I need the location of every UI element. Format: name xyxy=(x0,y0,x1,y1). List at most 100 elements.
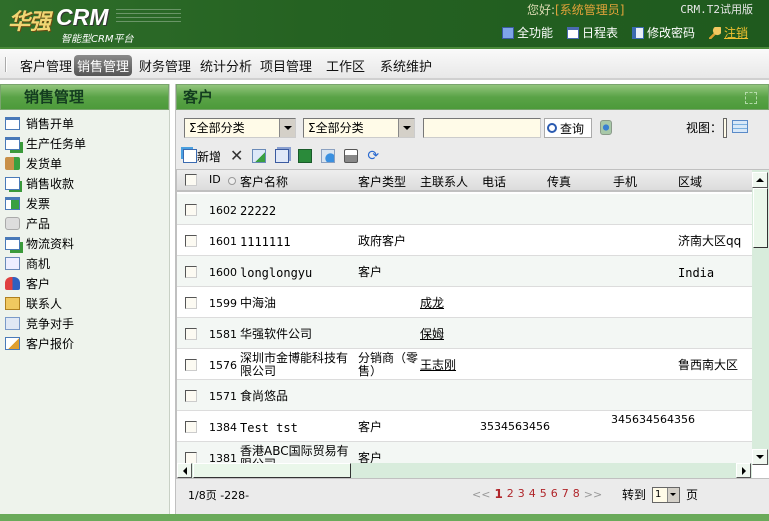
horizontal-scrollbar[interactable] xyxy=(177,463,752,478)
row-checkbox[interactable] xyxy=(185,421,197,433)
table-row[interactable]: 1384 Test tst 客户 3534563456 345634564356 xyxy=(177,411,752,442)
column-header-region[interactable]: 区域 xyxy=(678,173,702,190)
maximize-icon[interactable] xyxy=(745,92,757,104)
sidebar-item-contact[interactable]: 联系人 xyxy=(0,293,169,313)
page-link[interactable]: 8 xyxy=(573,487,580,501)
row-checkbox[interactable] xyxy=(185,328,197,340)
sidebar-item-invoice[interactable]: 发票 xyxy=(0,193,169,213)
row-checkbox[interactable] xyxy=(185,235,197,247)
web-button[interactable] xyxy=(321,149,336,163)
goto-page-select[interactable]: 1 xyxy=(652,486,681,503)
contact-link[interactable]: 王志刚 xyxy=(420,358,456,372)
copy-button[interactable] xyxy=(275,149,290,163)
row-checkbox[interactable] xyxy=(185,297,197,309)
export-button[interactable] xyxy=(252,149,267,163)
sidebar-item-logistics[interactable]: 物流资料 xyxy=(0,233,169,253)
row-checkbox[interactable] xyxy=(185,359,197,371)
table-row[interactable]: 1601 1111111 政府客户 济南大区qq xyxy=(177,225,752,256)
cell-contact[interactable]: 保姆 xyxy=(420,328,480,341)
calendar-link[interactable]: 日程表 xyxy=(567,24,618,41)
page-link[interactable]: 3 xyxy=(518,487,525,501)
sidebar-item-product[interactable]: 产品 xyxy=(0,213,169,233)
cell-contact[interactable]: 成龙 xyxy=(420,297,480,310)
advanced-search-icon[interactable] xyxy=(600,120,612,135)
delete-button[interactable]: ✕ xyxy=(230,148,243,164)
cell-contact[interactable]: 王志刚 xyxy=(420,359,480,372)
nav-statistics[interactable]: 统计分析 xyxy=(197,55,255,76)
horizontal-scroll-thumb[interactable] xyxy=(193,463,351,478)
table-view-icon[interactable] xyxy=(732,120,748,133)
scroll-down-button[interactable] xyxy=(752,449,768,465)
logout-link[interactable]: 注销 xyxy=(709,24,748,41)
query-button[interactable]: 查询 xyxy=(544,118,592,138)
sidebar-item-quote[interactable]: 客户报价 xyxy=(0,333,169,353)
page-link[interactable]: 7 xyxy=(562,487,569,501)
page-link[interactable]: 5 xyxy=(540,487,547,501)
nav-project-management[interactable]: 项目管理 xyxy=(257,55,315,76)
new-button[interactable]: 新增 xyxy=(183,148,221,165)
sidebar-item-customer[interactable]: 客户 xyxy=(0,273,169,293)
page-link[interactable]: 2 xyxy=(507,487,514,501)
sidebar-item-production-task[interactable]: 生产任务单 xyxy=(0,133,169,153)
sidebar-item-delivery[interactable]: 发货单 xyxy=(0,153,169,173)
prev-page-button[interactable]: << xyxy=(472,488,490,501)
nav-sales-management[interactable]: 销售管理 xyxy=(74,55,133,76)
scroll-left-button[interactable] xyxy=(177,463,192,478)
refresh-button[interactable]: ⟳ xyxy=(367,149,379,163)
column-header-name[interactable]: 客户名称 xyxy=(240,173,288,190)
table-row[interactable]: 1599 中海油 成龙 xyxy=(177,287,752,318)
nav-customer-management[interactable]: 客户管理 xyxy=(17,55,75,76)
column-header-phone[interactable]: 电话 xyxy=(482,173,506,190)
scroll-right-button[interactable] xyxy=(736,463,751,478)
search-input[interactable] xyxy=(423,118,541,138)
next-page-button[interactable]: >> xyxy=(584,488,602,501)
change-password-link[interactable]: 修改密码 xyxy=(632,24,695,41)
nav-finance-management[interactable]: 财务管理 xyxy=(136,55,194,76)
page-link[interactable]: 1 xyxy=(494,487,502,501)
column-header-mobile[interactable]: 手机 xyxy=(613,173,637,190)
vertical-scroll-thumb[interactable] xyxy=(753,188,768,248)
vertical-scrollbar[interactable] xyxy=(752,170,769,465)
scroll-up-button[interactable] xyxy=(752,172,768,188)
sort-icon[interactable] xyxy=(228,177,236,185)
category-select-2[interactable]: Σ全部分类 xyxy=(303,118,415,138)
row-checkbox[interactable] xyxy=(185,390,197,402)
category-select-1[interactable]: Σ全部分类 xyxy=(184,118,296,138)
table-row[interactable]: 1571 食尚悠品 xyxy=(177,380,752,411)
panel-title-text: 客户 xyxy=(183,88,214,106)
sidebar-item-receipt[interactable]: 销售收款 xyxy=(0,173,169,193)
excel-button[interactable] xyxy=(298,149,313,163)
main-nav: 客户管理 销售管理 财务管理 统计分析 项目管理 工作区 系统维护 xyxy=(0,47,769,80)
row-checkbox[interactable] xyxy=(185,266,197,278)
sidebar-item-competitor[interactable]: 竞争对手 xyxy=(0,313,169,333)
sidebar-item-sales-order[interactable]: 销售开单 xyxy=(0,113,169,133)
table-row[interactable]: 1602 22222 xyxy=(177,194,752,225)
page-link[interactable]: 4 xyxy=(529,487,536,501)
select-all-checkbox[interactable] xyxy=(185,174,197,186)
logo: 华强 CRM 智能型CRM平台 xyxy=(6,2,206,45)
brand-en: CRM xyxy=(56,4,109,30)
page-numbers: 12345678 xyxy=(494,487,583,501)
contact-link[interactable]: 保姆 xyxy=(420,327,444,341)
table-row[interactable]: 1600 longlongyu 客户 India xyxy=(177,256,752,287)
chevron-down-icon xyxy=(279,119,295,137)
table-row[interactable]: 1576 深圳市金博能科技有限公司 分销商（零售） 王志刚 鲁西南大区 xyxy=(177,349,752,380)
greeting: 您好:[系统管理员] xyxy=(527,1,624,18)
calendar-icon xyxy=(567,26,580,39)
table-row[interactable]: 1581 华强软件公司 保姆 xyxy=(177,318,752,349)
full-function-link[interactable]: 全功能 xyxy=(502,24,553,41)
page-link[interactable]: 6 xyxy=(551,487,558,501)
column-header-type[interactable]: 客户类型 xyxy=(358,173,406,190)
print-button[interactable] xyxy=(344,149,359,163)
column-header-fax[interactable]: 传真 xyxy=(547,173,571,190)
export-icon xyxy=(252,149,267,163)
column-header-contact[interactable]: 主联系人 xyxy=(420,173,468,190)
nav-workspace[interactable]: 工作区 xyxy=(323,55,368,76)
row-checkbox[interactable] xyxy=(185,204,197,216)
nav-system-maintenance[interactable]: 系统维护 xyxy=(377,55,435,76)
column-header-id[interactable]: ID xyxy=(209,173,221,186)
cell-name: 22222 xyxy=(240,204,277,218)
contact-link[interactable]: 成龙 xyxy=(420,296,444,310)
sidebar-item-opportunity[interactable]: 商机 xyxy=(0,253,169,273)
view-select[interactable] xyxy=(723,118,727,138)
